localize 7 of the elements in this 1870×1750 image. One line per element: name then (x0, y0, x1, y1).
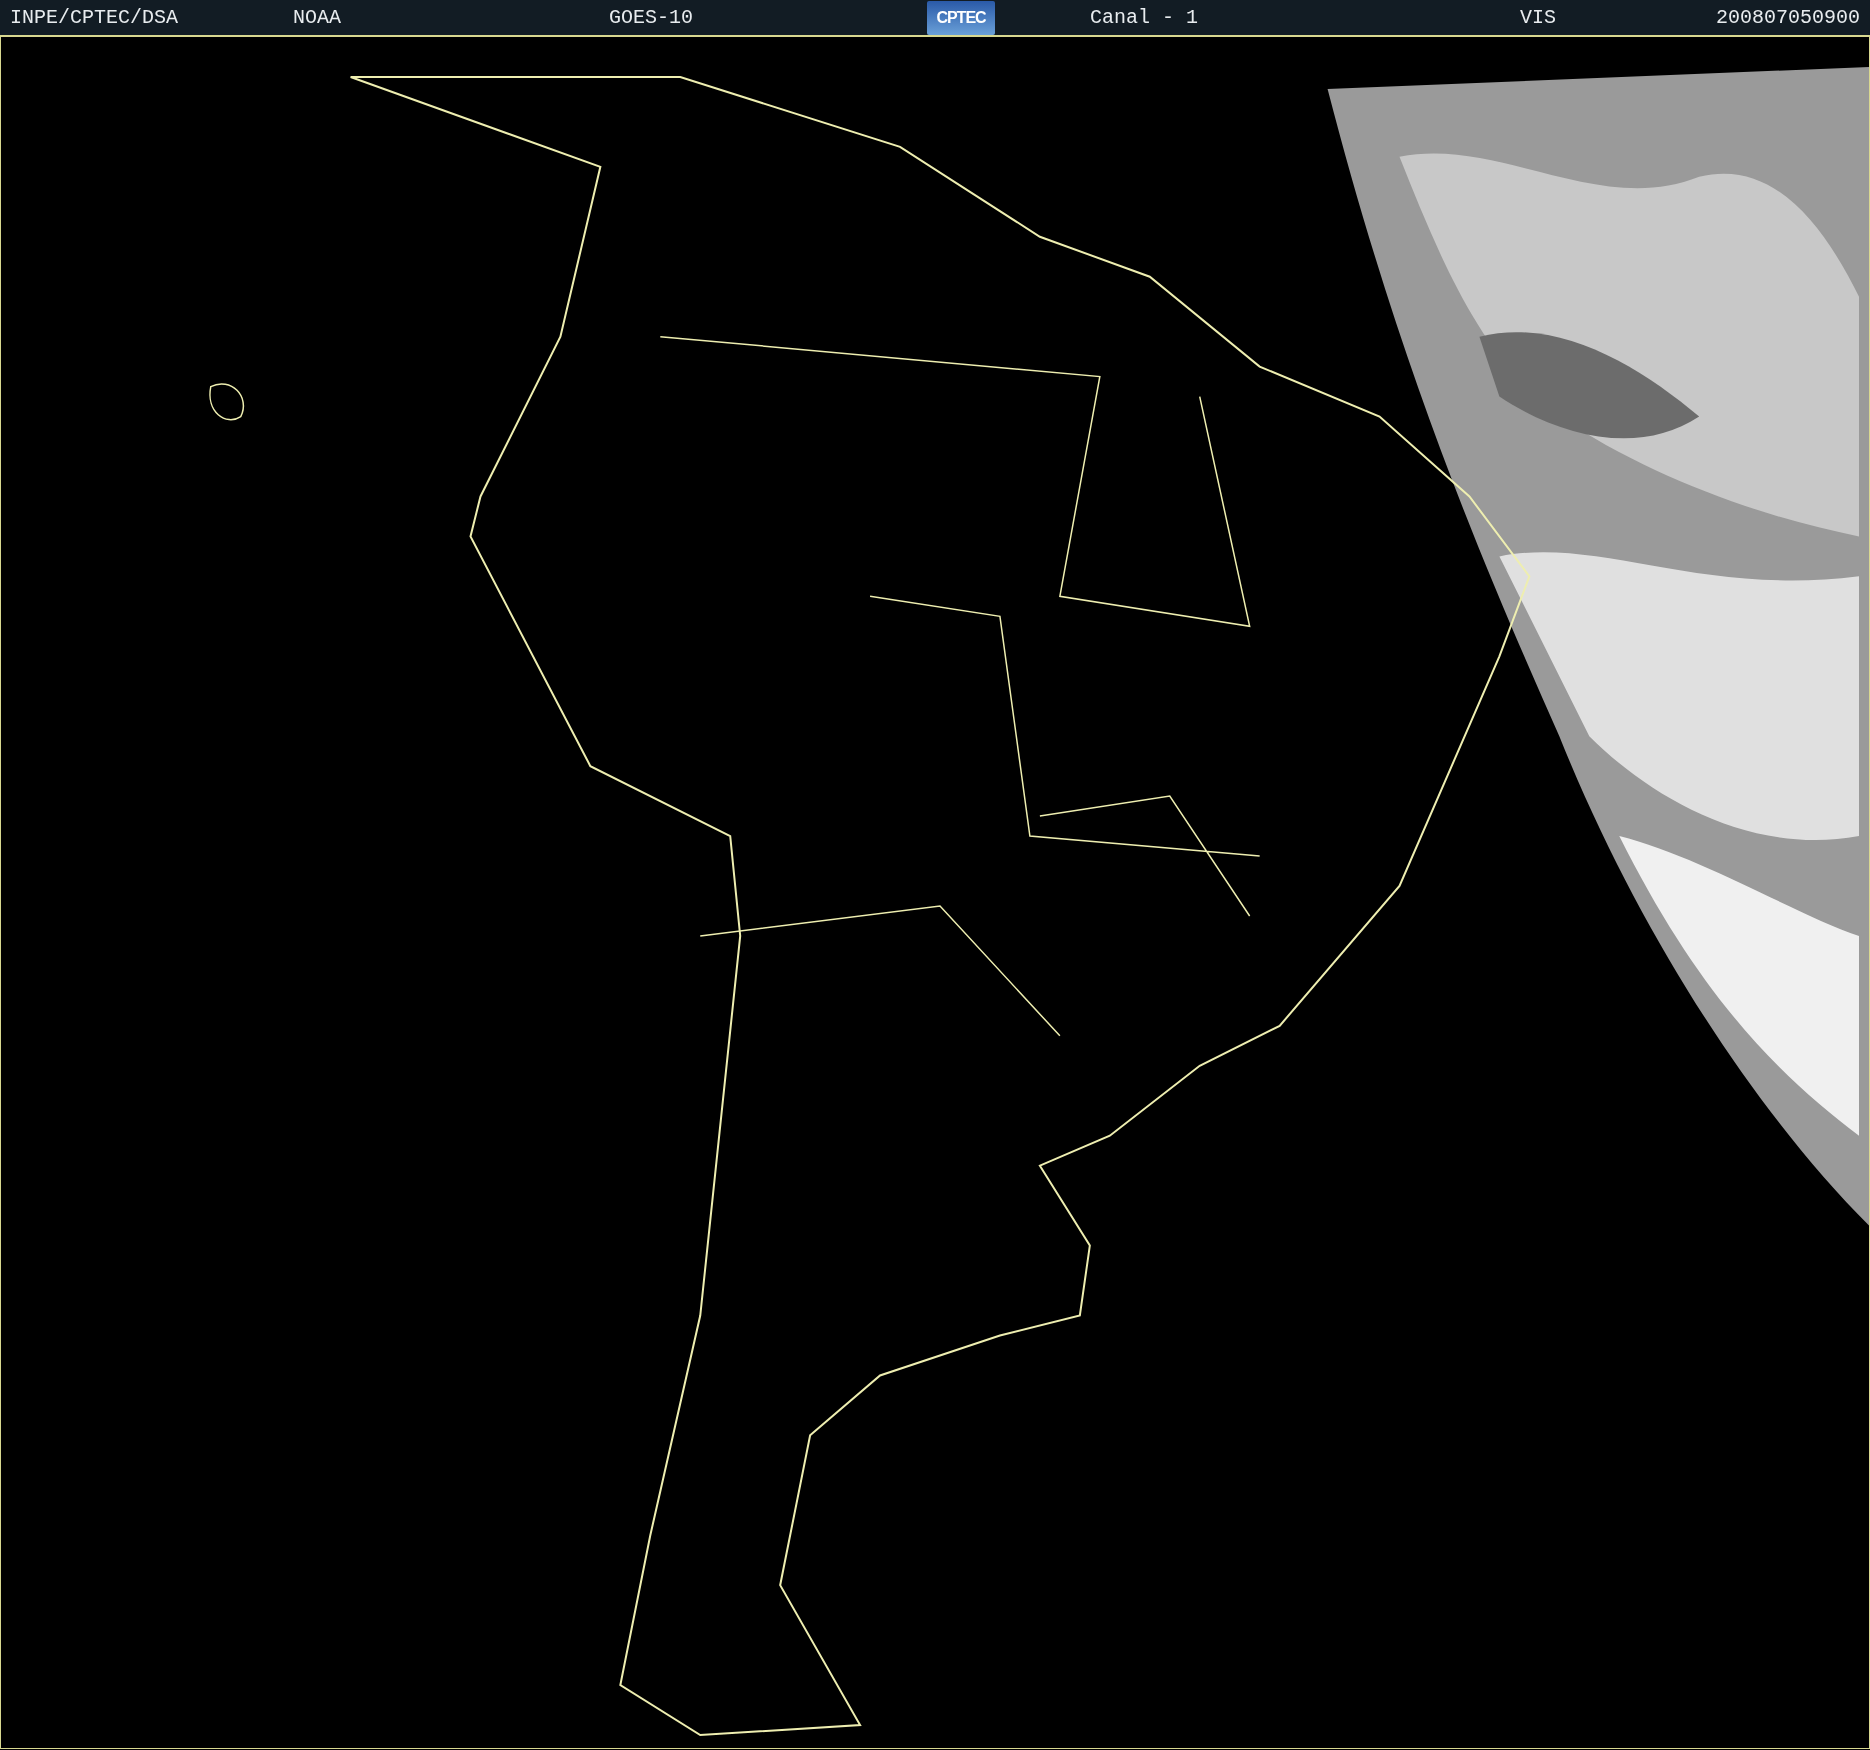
header-label: GOES-10 (609, 4, 693, 31)
header-label: NOAA (293, 4, 341, 31)
header-label: VIS (1520, 4, 1556, 31)
header-label: 200807050900 (1715, 4, 1861, 31)
header-label: INPE/CPTEC/DSA (10, 4, 179, 31)
logo: CPTEC (927, 0, 995, 35)
header-label: Canal - 1 (1090, 4, 1199, 31)
